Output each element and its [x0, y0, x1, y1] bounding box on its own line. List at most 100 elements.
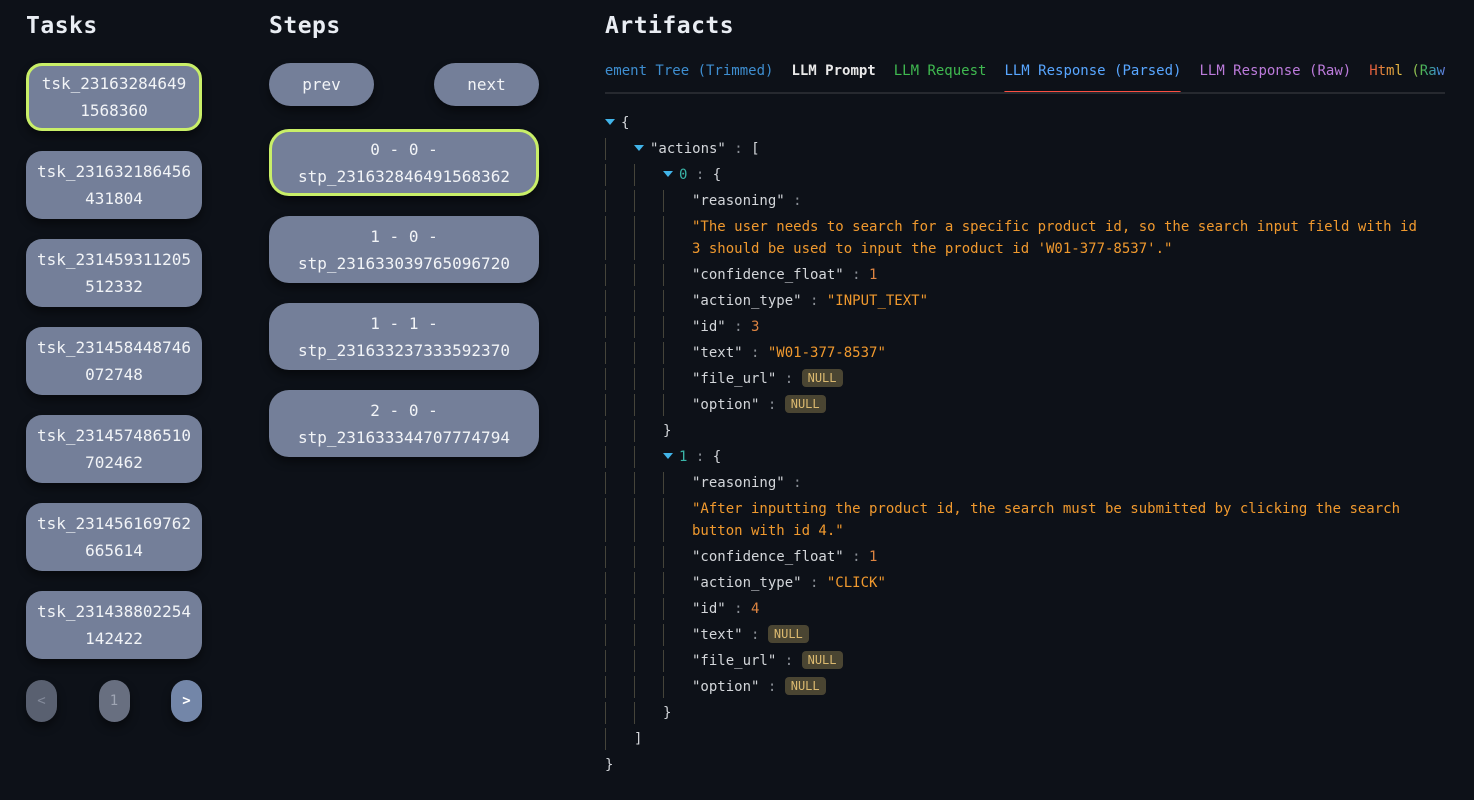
json-null-badge: NULL	[785, 677, 826, 695]
json-colon: :	[743, 627, 768, 643]
json-row: "reasoning" :	[605, 188, 1445, 214]
tab-llm-response-parsed[interactable]: LLM Response (Parsed)	[1004, 63, 1181, 92]
collapse-arrow-icon[interactable]	[634, 138, 650, 151]
json-colon: :	[785, 193, 802, 209]
json-key: "action_type"	[692, 575, 802, 591]
indent-guide	[605, 190, 634, 212]
indent-guide	[605, 316, 634, 338]
task-button[interactable]: tsk_231438802254142422	[26, 591, 202, 659]
artifact-tabs: Element Tree (Trimmed) LLM Prompt LLM Requ…	[605, 63, 1445, 94]
step-button[interactable]: 1 - 0 - stp_231633039765096720	[269, 216, 539, 283]
json-row-content: "text" : NULL	[692, 624, 809, 646]
indent-guide	[605, 446, 634, 468]
json-row-content: "action_type" : "CLICK"	[692, 572, 886, 594]
next-step-button[interactable]: next	[434, 63, 539, 106]
json-row: "file_url" : NULL	[605, 648, 1445, 674]
indent-guide	[605, 290, 634, 312]
json-key: "text"	[692, 345, 743, 361]
tasks-title: Tasks	[26, 13, 202, 39]
indent-guide	[663, 290, 692, 312]
indent-guide	[663, 676, 692, 698]
artifacts-panel: Artifacts Element Tree (Trimmed)LLM Prom…	[605, 13, 1445, 778]
json-row: "file_url" : NULL	[605, 366, 1445, 392]
json-row: "The user needs to search for a specific…	[605, 214, 1445, 262]
json-row-content: "After inputting the product id, the sea…	[692, 498, 1429, 542]
steps-title: Steps	[269, 13, 539, 39]
tab-llm-prompt[interactable]: LLM Prompt	[791, 63, 875, 92]
task-button[interactable]: tsk_231458448746072748	[26, 327, 202, 395]
json-key: "file_url"	[692, 371, 776, 387]
json-row: "After inputting the product id, the sea…	[605, 496, 1445, 544]
indent-guide	[634, 598, 663, 620]
json-row-content: "option" : NULL	[692, 676, 826, 698]
tab-element-tree-trimmed[interactable]: Element Tree (Trimmed)	[605, 63, 773, 92]
task-button[interactable]: tsk_231632846491568360	[26, 63, 202, 131]
page-1-button[interactable]: 1	[99, 680, 130, 722]
collapse-arrow-icon[interactable]	[605, 112, 621, 125]
indent-guide	[605, 498, 634, 542]
json-brace: {	[713, 167, 721, 183]
indent-guide	[663, 572, 692, 594]
json-key: "action_type"	[692, 293, 802, 309]
json-row-content: ]	[634, 728, 642, 750]
task-button[interactable]: tsk_231459311205512332	[26, 239, 202, 307]
json-row: "action_type" : "CLICK"	[605, 570, 1445, 596]
json-key: "reasoning"	[692, 475, 785, 491]
json-row: "option" : NULL	[605, 392, 1445, 418]
json-colon: :	[743, 345, 768, 361]
collapse-arrow-icon[interactable]	[663, 164, 679, 177]
json-colon: :	[726, 601, 751, 617]
indent-guide	[634, 472, 663, 494]
json-null-badge: NULL	[768, 625, 809, 643]
tab-llm-response-raw[interactable]: LLM Response (Raw)	[1199, 63, 1351, 92]
indent-guide	[663, 598, 692, 620]
json-colon: :	[687, 167, 712, 183]
json-colon: :	[759, 679, 784, 695]
steps-panel: Steps prev next 0 - 0 - stp_231632846491…	[269, 13, 539, 457]
indent-guide	[634, 572, 663, 594]
json-row-content: "text" : "W01-377-8537"	[692, 342, 886, 364]
json-string-value: "CLICK"	[827, 575, 886, 591]
indent-guide	[663, 472, 692, 494]
task-button[interactable]: tsk_231632186456431804	[26, 151, 202, 219]
json-key: "id"	[692, 601, 726, 617]
json-colon: :	[726, 141, 751, 157]
json-key: "text"	[692, 627, 743, 643]
step-button[interactable]: 2 - 0 - stp_231633344707774794	[269, 390, 539, 457]
indent-guide	[634, 702, 663, 724]
tab-llm-request[interactable]: LLM Request	[894, 63, 987, 92]
indent-guide	[663, 498, 692, 542]
indent-guide	[634, 546, 663, 568]
step-button[interactable]: 1 - 1 - stp_231633237333592370	[269, 303, 539, 370]
json-key: "option"	[692, 679, 759, 695]
json-key: "reasoning"	[692, 193, 785, 209]
json-row: }	[605, 418, 1445, 444]
json-row-content: "The user needs to search for a specific…	[692, 216, 1429, 260]
json-row: "reasoning" :	[605, 470, 1445, 496]
collapse-arrow-icon[interactable]	[663, 446, 679, 459]
indent-guide	[663, 316, 692, 338]
prev-step-button[interactable]: prev	[269, 63, 374, 106]
json-row: {	[605, 110, 1445, 136]
task-button[interactable]: tsk_231456169762665614	[26, 503, 202, 571]
json-row: "confidence_float" : 1	[605, 544, 1445, 570]
json-row: "confidence_float" : 1	[605, 262, 1445, 288]
json-colon: :	[785, 475, 802, 491]
json-colon: :	[844, 549, 869, 565]
indent-guide	[663, 368, 692, 390]
json-row: 1 : {	[605, 444, 1445, 470]
json-number-value: 1	[869, 549, 877, 565]
indent-guide	[605, 472, 634, 494]
json-row: }	[605, 752, 1445, 778]
json-row: "id" : 4	[605, 596, 1445, 622]
tasks-panel: Tasks tsk_231632846491568360 tsk_23163218…	[26, 13, 202, 722]
json-row: "text" : NULL	[605, 622, 1445, 648]
json-key: "option"	[692, 397, 759, 413]
json-key: "confidence_float"	[692, 267, 844, 283]
indent-guide	[663, 264, 692, 286]
task-button[interactable]: tsk_231457486510702462	[26, 415, 202, 483]
next-page-button[interactable]: >	[171, 680, 202, 722]
step-button[interactable]: 0 - 0 - stp_231632846491568362	[269, 129, 539, 196]
json-row-content: 1 : {	[679, 446, 721, 468]
tab-html-raw[interactable]: Html (Raw)	[1369, 63, 1445, 92]
